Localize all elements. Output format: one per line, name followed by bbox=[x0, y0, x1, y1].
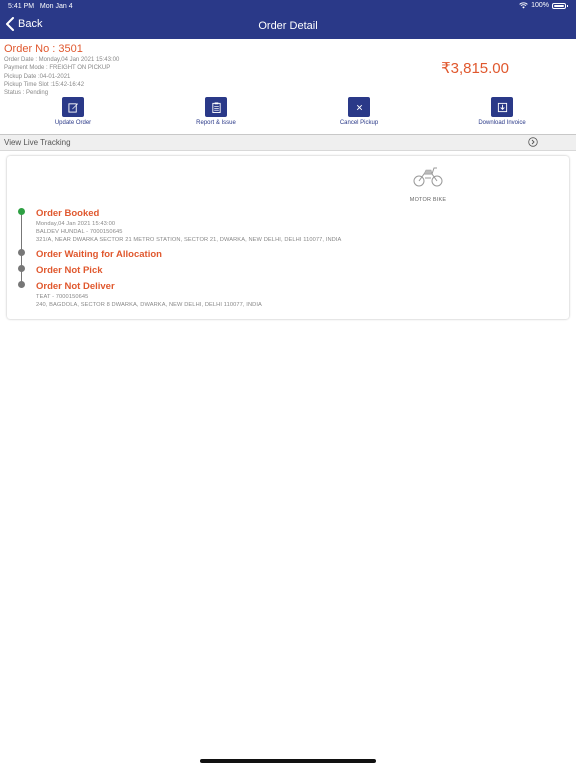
order-summary: Order No : 3501 Order Date : Monday,04 J… bbox=[4, 43, 119, 97]
order-timeline-card: MOTOR BIKE Order Booked Monday,04 Jan 20… bbox=[7, 156, 569, 319]
pickup-date: Pickup Date :04-01-2021 bbox=[4, 73, 71, 80]
step-title: Order Booked bbox=[36, 208, 100, 219]
status-bar: 5:41 PM Mon Jan 4 100% bbox=[0, 2, 576, 12]
timeline-step-not-pick: Order Not Pick bbox=[36, 265, 103, 277]
order-number: Order No : 3501 bbox=[4, 43, 83, 55]
timeline-dot-waiting bbox=[18, 249, 25, 256]
download-invoice-icon-box bbox=[491, 97, 513, 117]
vehicle-label: MOTOR BIKE bbox=[409, 197, 447, 203]
edit-icon bbox=[67, 102, 78, 113]
step-address: 321/A, NEAR DWARKA SECTOR 21 METRO STATI… bbox=[36, 237, 342, 244]
chevron-right-circle-icon[interactable] bbox=[528, 137, 538, 147]
status-time: 5:41 PM Mon Jan 4 bbox=[8, 3, 73, 10]
step-title: Order Not Pick bbox=[36, 265, 103, 276]
timeline-dot-not-deliver bbox=[18, 281, 25, 288]
cancel-pickup-icon-box bbox=[348, 97, 370, 117]
report-issue-icon-box bbox=[205, 97, 227, 117]
vehicle-type: MOTOR BIKE bbox=[405, 164, 451, 203]
motorbike-icon bbox=[413, 167, 443, 187]
download-invoice-button[interactable]: Download Invoice bbox=[462, 97, 542, 126]
action-toolbar: Update Order Report & Issue Cancel Picku… bbox=[0, 97, 576, 127]
timeline-dot-not-pick bbox=[18, 265, 25, 272]
page-title: Order Detail bbox=[258, 20, 318, 32]
timeline-step-waiting: Order Waiting for Allocation bbox=[36, 249, 162, 261]
timeline-dot-booked bbox=[18, 208, 25, 215]
step-contact: BALDEV HUNDAL - 7000150645 bbox=[36, 229, 123, 236]
view-live-tracking-row[interactable]: View Live Tracking bbox=[0, 134, 576, 151]
wifi-icon bbox=[519, 2, 528, 9]
timeline-step-booked: Order Booked Monday,04 Jan 2021 15:43:00… bbox=[36, 208, 341, 245]
download-invoice-label: Download Invoice bbox=[478, 120, 526, 126]
view-live-tracking-label: View Live Tracking bbox=[4, 138, 71, 147]
status-clock: 5:41 PM bbox=[8, 3, 35, 10]
update-order-icon-box bbox=[62, 97, 84, 117]
navigation-bar: 5:41 PM Mon Jan 4 100% Back Order Detail bbox=[0, 0, 576, 39]
battery-icon bbox=[552, 2, 568, 9]
status-date: Mon Jan 4 bbox=[39, 3, 73, 10]
timeline-step-not-deliver: Order Not Deliver TEAT - 7000150645 240,… bbox=[36, 281, 262, 309]
battery-percent: 100% bbox=[531, 2, 549, 9]
status-indicators: 100% bbox=[519, 2, 568, 9]
step-contact: TEAT - 7000150645 bbox=[36, 294, 89, 300]
update-order-button[interactable]: Update Order bbox=[33, 97, 113, 126]
report-issue-button[interactable]: Report & Issue bbox=[176, 97, 256, 126]
order-amount: ₹3,815.00 bbox=[441, 60, 509, 77]
step-datetime: Monday,04 Jan 2021 15:43:00 bbox=[36, 221, 116, 227]
update-order-label: Update Order bbox=[54, 120, 92, 126]
close-icon bbox=[356, 104, 362, 110]
step-title: Order Not Deliver bbox=[36, 281, 115, 292]
download-icon bbox=[497, 102, 507, 112]
order-date: Order Date : Monday,04 Jan 2021 15:43:00 bbox=[4, 57, 120, 63]
pickup-time-slot: Pickup Time Slot :15:42-16:42 bbox=[4, 81, 85, 88]
cancel-pickup-label: Cancel Pickup bbox=[339, 120, 379, 126]
step-title: Order Waiting for Allocation bbox=[36, 249, 162, 260]
step-address: 240, BAGDOLA, SECTOR 8 DWARKA, DWARKA, N… bbox=[36, 302, 262, 309]
report-issue-label: Report & Issue bbox=[196, 120, 236, 126]
home-indicator[interactable] bbox=[200, 759, 376, 763]
clipboard-icon bbox=[211, 101, 221, 113]
cancel-pickup-button[interactable]: Cancel Pickup bbox=[319, 97, 399, 126]
payment-mode: Payment Mode : FREIGHT ON PICKUP bbox=[4, 65, 111, 72]
